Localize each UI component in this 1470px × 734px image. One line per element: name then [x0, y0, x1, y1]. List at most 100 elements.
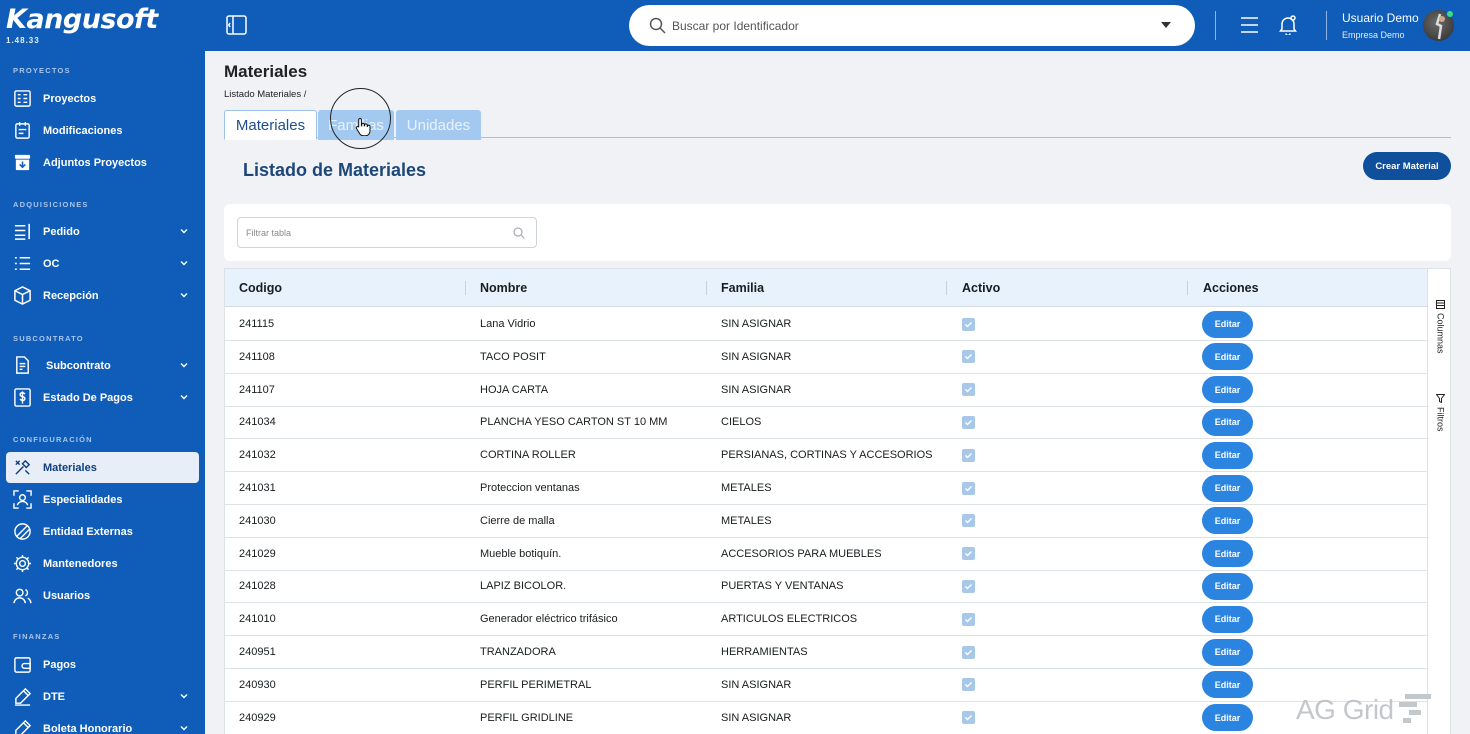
sidebar-item-recepcion[interactable]: Recepción [6, 280, 199, 311]
table-row[interactable]: 240930 PERFIL PERIMETRAL SIN ASIGNAR Editar [225, 669, 1427, 702]
column-header-familia[interactable]: Familia [721, 269, 764, 307]
sidebar-item-boleta-honorario[interactable]: Boleta Honorario [6, 713, 199, 734]
table-filter-input[interactable] [237, 217, 537, 248]
columns-panel-button[interactable]: Columnas [1428, 300, 1450, 354]
sidebar-item-materiales[interactable]: Materiales [6, 452, 199, 483]
table-row[interactable]: 241108 TACO POSIT SIN ASIGNAR Editar [225, 341, 1427, 374]
column-separator[interactable] [946, 281, 947, 295]
chevron-down-icon[interactable] [179, 392, 189, 402]
table-row[interactable]: 241010 Generador eléctrico trifásico ARTIC… [225, 603, 1427, 637]
dropdown-caret-icon[interactable] [1161, 22, 1171, 29]
sidebar-item-mantenedores[interactable]: Mantenedores [6, 548, 199, 579]
chevron-down-icon[interactable] [179, 360, 189, 370]
sidebar-item-proyectos[interactable]: Proyectos [6, 83, 199, 114]
edit-button[interactable]: Editar [1202, 638, 1253, 666]
edit-button[interactable]: Editar [1202, 310, 1253, 338]
cell-nombre: LAPIZ BICOLOR. [480, 580, 567, 593]
edit-button[interactable]: Editar [1202, 376, 1253, 404]
table-row[interactable]: 241034 PLANCHA YESO CARTON ST 10 MM CIELOS… [225, 406, 1427, 440]
cell-acciones: Editar [1202, 374, 1253, 406]
edit-button[interactable]: Editar [1202, 704, 1253, 732]
active-checkbox[interactable] [962, 579, 975, 593]
active-checkbox[interactable] [962, 383, 975, 397]
active-checkbox[interactable] [962, 678, 975, 692]
tab-materiales[interactable]: Materiales [224, 110, 317, 140]
tab-familias[interactable]: Familias [318, 110, 394, 140]
sidebar-item-pedido[interactable]: Pedido [6, 216, 199, 247]
chevron-down-icon[interactable] [179, 691, 189, 701]
active-checkbox[interactable] [962, 612, 975, 626]
column-header-activo[interactable]: Activo [962, 269, 1000, 307]
active-checkbox[interactable] [962, 415, 975, 429]
user-company: Empresa Demo [1342, 30, 1405, 40]
sidebar-item-usuarios[interactable]: Usuarios [6, 580, 199, 611]
sidebar-item-label: Especialidades [43, 493, 123, 506]
table-row[interactable]: 241029 Mueble botiquín. ACCESORIOS PARA MU… [225, 538, 1427, 571]
sidebar-item-oc[interactable]: OC [6, 248, 199, 279]
active-checkbox[interactable] [962, 350, 975, 364]
sidebar-toggle-icon[interactable] [226, 15, 247, 35]
table-row[interactable]: 241032 CORTINA ROLLER PERSIANAS, CORTINAS … [225, 439, 1427, 473]
edit-button[interactable]: Editar [1202, 441, 1253, 469]
edit-button[interactable]: Editar [1202, 540, 1253, 568]
users-icon [12, 586, 32, 606]
sidebar-item-entidad-externas[interactable]: Entidad Externas [6, 516, 199, 547]
divider [1215, 11, 1216, 40]
bell-icon[interactable] [1279, 15, 1297, 35]
active-checkbox[interactable] [962, 711, 975, 725]
user-name[interactable]: Usuario Demo [1342, 11, 1419, 25]
table-row[interactable]: 241028 LAPIZ BICOLOR. PUERTAS Y VENTANAS Ed… [225, 570, 1427, 604]
active-checkbox[interactable] [962, 481, 975, 495]
edit-button[interactable]: Editar [1202, 572, 1253, 600]
sidebar-item-label: Entidad Externas [43, 525, 133, 538]
column-separator[interactable] [465, 281, 466, 295]
active-checkbox[interactable] [962, 448, 975, 462]
specialties-icon [12, 490, 32, 510]
sidebar-item-estado-de-pagos[interactable]: Estado De Pagos [6, 382, 199, 413]
search-input[interactable]: Buscar por Identificador [672, 19, 799, 33]
table-row[interactable]: 240951 TRANZADORA HERRAMIENTAS Editar [225, 636, 1427, 669]
column-header-codigo[interactable]: Codigo [239, 269, 282, 307]
menu-icon[interactable] [1240, 16, 1259, 34]
edit-button[interactable]: Editar [1202, 343, 1253, 371]
table-row[interactable]: 241030 Cierre de malla METALES Editar [225, 505, 1427, 538]
sidebar-item-label: Modificaciones [43, 124, 123, 137]
search-bar[interactable]: Buscar por Identificador [629, 5, 1195, 46]
table-row[interactable]: 240929 PERFIL GRIDLINE SIN ASIGNAR Editar [225, 702, 1427, 734]
sidebar-item-label: Proyectos [43, 92, 97, 105]
sidebar-item-modificaciones[interactable]: Modificaciones [6, 115, 199, 146]
edit-button[interactable]: Editar [1202, 671, 1253, 699]
sidebar-item-pagos[interactable]: Pagos [6, 649, 199, 680]
chevron-down-icon[interactable] [179, 290, 189, 300]
active-checkbox[interactable] [962, 514, 975, 528]
cell-activo [962, 669, 975, 701]
sidebar-item-dte[interactable]: DTE [6, 681, 199, 712]
sidebar-item-especialidades[interactable]: Especialidades [6, 484, 199, 515]
edit-button[interactable]: Editar [1202, 474, 1253, 502]
column-header-nombre[interactable]: Nombre [480, 269, 527, 307]
edit-button[interactable]: Editar [1202, 408, 1253, 436]
active-checkbox[interactable] [962, 317, 975, 331]
active-checkbox[interactable] [962, 645, 975, 659]
filters-panel-button[interactable]: Filtros [1428, 394, 1450, 432]
chevron-down-icon[interactable] [179, 723, 189, 733]
breadcrumb[interactable]: Listado Materiales / [224, 89, 306, 100]
active-checkbox[interactable] [962, 547, 975, 561]
chevron-down-icon[interactable] [179, 258, 189, 268]
edit-button[interactable]: Editar [1202, 507, 1253, 535]
table-row[interactable]: 241107 HOJA CARTA SIN ASIGNAR Editar [225, 374, 1427, 407]
cell-codigo: 240951 [239, 646, 276, 658]
table-row[interactable]: 241115 Lana Vidrio SIN ASIGNAR Editar [225, 308, 1427, 341]
sidebar-item-adjuntos-proyectos[interactable]: Adjuntos Proyectos [6, 147, 199, 178]
table-row[interactable]: 241031 Proteccion ventanas METALES Editar [225, 472, 1427, 505]
column-separator[interactable] [706, 281, 707, 295]
sidebar-item-label: Usuarios [43, 589, 91, 602]
sidebar-item-subcontrato[interactable]: Subcontrato [6, 350, 199, 381]
edit-button[interactable]: Editar [1202, 605, 1253, 633]
chevron-down-icon[interactable] [179, 226, 189, 236]
tab-unidades[interactable]: Unidades [396, 110, 481, 140]
column-header-acciones[interactable]: Acciones [1203, 269, 1259, 307]
column-separator[interactable] [1187, 281, 1188, 295]
payment-status-icon [12, 388, 32, 408]
create-material-button[interactable]: Crear Material [1363, 152, 1451, 180]
